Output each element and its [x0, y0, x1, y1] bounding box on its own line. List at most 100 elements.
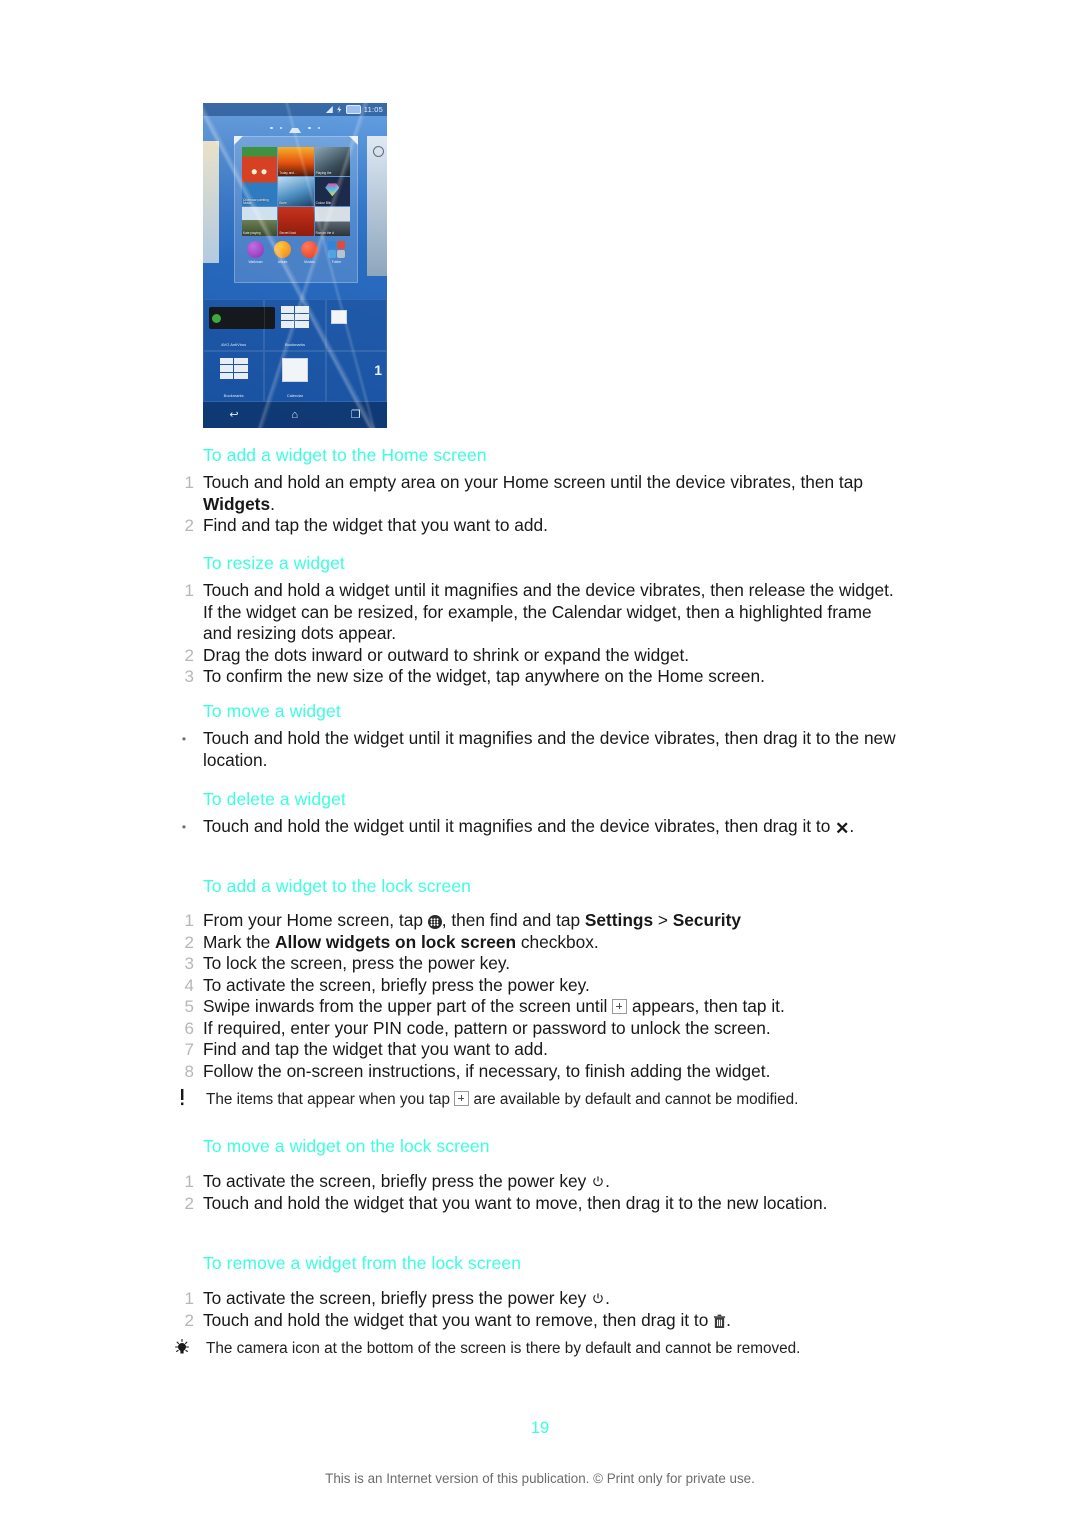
widget-tile[interactable]: Bone: [278, 177, 314, 206]
list-item: 7 Find and tap the widget that you want t…: [185, 1039, 903, 1061]
tile-label: Ran on the d: [315, 231, 334, 236]
widget-tile[interactable]: Today and...: [278, 147, 314, 176]
bookmarks-preview: [219, 357, 248, 380]
system-navigation-bar: ↩ ⌂ ❐: [203, 402, 387, 428]
widget-caption: Bookmarks: [284, 341, 305, 347]
step-number: 1: [184, 1289, 194, 1308]
home-button[interactable]: ⌂: [291, 409, 298, 421]
step-text: If required, enter your PIN code, patter…: [203, 1017, 771, 1038]
widget-grid: Cruel war painting Music Today and... Pl…: [242, 147, 350, 237]
section-heading-move-widget-lock: To move a widget on the lock screen: [203, 1136, 490, 1156]
step-number: 8: [184, 1061, 194, 1081]
step-text: Touch and hold the widget until it magni…: [203, 728, 896, 770]
app-folder[interactable]: Folder: [325, 241, 349, 264]
tile-label: Kate playing: [243, 231, 261, 236]
page-footer: This is an Internet version of this publ…: [325, 1471, 755, 1486]
battery-icon: [345, 105, 361, 114]
steps-add-widget-home: 1 Touch and hold an empty area on your Ho…: [185, 472, 903, 537]
dock-app-row: Walkman Album Movies Folder: [242, 241, 350, 275]
list-item: 1 From your Home screen, tap , then find …: [185, 910, 903, 932]
tile-label: Colour Blin: [315, 201, 332, 206]
tile-label: Cruel war painting Music: [243, 197, 269, 206]
list-item: 3 To lock the screen, press the power key…: [185, 953, 903, 975]
steps-move-widget-lock: 1 To activate the screen, briefly press t…: [185, 1171, 903, 1214]
widget-list-item-partial[interactable]: 1: [325, 350, 387, 402]
folder-item: [328, 250, 336, 258]
phone-screen: 11:05 Cruel war painting Music Today and…: [203, 103, 387, 428]
step-number: 1: [184, 473, 194, 492]
step-text: To activate the screen, briefly press th…: [203, 1288, 610, 1308]
folder-item: [337, 250, 345, 258]
step-text: Touch and hold an empty area on your Hom…: [203, 472, 863, 514]
widget-list-item[interactable]: Calendar: [264, 350, 326, 402]
list-item: • Touch and hold the widget until it magn…: [182, 728, 903, 771]
tile-label: Today and...: [279, 171, 297, 176]
steps-delete-widget: • Touch and hold the widget until it magn…: [182, 816, 903, 840]
widget-list-item[interactable]: Bookmarks: [203, 350, 265, 402]
section-heading-delete-widget: To delete a widget: [203, 789, 346, 809]
power-icon: [591, 1290, 605, 1304]
widget-tile[interactable]: Ran on the d: [314, 207, 350, 236]
widget-tile[interactable]: Secret Noct: [278, 207, 314, 236]
step-text: Touch and hold a widget until it magnifi…: [203, 580, 894, 643]
bluetooth-icon: [337, 106, 342, 113]
signal-icon: [325, 106, 333, 113]
step-text: Drag the dots inward or outward to shrin…: [203, 644, 690, 665]
app-label: Folder: [331, 260, 342, 264]
widget-list-item[interactable]: Bookmarks: [264, 299, 326, 351]
widget-row: Bookmarks Calendar 1: [203, 350, 387, 402]
bookmark-thumb: [280, 306, 295, 313]
note-camera-icon: The camera icon at the bottom of the scr…: [170, 1338, 910, 1359]
back-button[interactable]: ↩: [229, 409, 238, 421]
page-number: 19: [530, 1419, 550, 1437]
step-number: 1: [184, 1172, 194, 1191]
widget-tile[interactable]: Cruel war painting Music: [242, 147, 278, 206]
step-text: From your Home screen, tap , then find a…: [203, 910, 741, 930]
list-item: 2 Find and tap the widget that you want t…: [185, 515, 903, 537]
list-item: 1 To activate the screen, briefly press t…: [185, 1171, 903, 1193]
list-item: 8 Follow the on-screen instructions, if n…: [185, 1060, 903, 1083]
tile-label: Playing the: [315, 171, 332, 176]
app-label: Album: [277, 260, 288, 264]
note-default-items: The items that appear when you tap are a…: [170, 1089, 910, 1113]
app-icon-walkman[interactable]: Walkman: [244, 241, 268, 264]
widget-tile[interactable]: Colour Blin: [314, 177, 350, 206]
power-icon: [591, 1173, 605, 1187]
widget-tile[interactable]: Playing the: [314, 147, 350, 176]
walkman-icon: [247, 241, 264, 258]
list-item: • Touch and hold the widget until it magn…: [182, 816, 903, 840]
exclamation-icon: [170, 1089, 194, 1113]
widget-list-item[interactable]: AVG AntiVirus: [203, 299, 275, 351]
widget-list-item-partial[interactable]: [325, 299, 387, 351]
app-label: Movies: [304, 260, 315, 264]
widget-tile[interactable]: Kate playing: [242, 207, 278, 236]
partial-preview: [330, 310, 347, 324]
folder-icon: [328, 241, 345, 258]
list-item: 5 Swipe inwards from the upper part of th…: [185, 996, 903, 1018]
recents-button[interactable]: ❐: [351, 409, 361, 421]
home-page-preview[interactable]: Cruel war painting Music Today and... Pl…: [234, 136, 358, 283]
section-heading-resize-widget: To resize a widget: [203, 553, 345, 573]
steps-add-widget-lock: 1 From your Home screen, tap , then find …: [185, 910, 903, 1083]
widget-caption: Bookmarks: [223, 393, 244, 398]
app-icon-movies[interactable]: Movies: [298, 241, 322, 264]
steps-resize-widget: 1 Touch and hold a widget until it magnif…: [185, 580, 903, 688]
step-text: To activate the screen, briefly press th…: [203, 1171, 610, 1191]
plus-icon: [612, 999, 628, 1014]
status-clock: 11:05: [363, 105, 383, 114]
section-heading-add-widget-lock: To add a widget to the lock screen: [203, 876, 472, 896]
app-icon-album[interactable]: Album: [271, 241, 295, 264]
step-text: Follow the on-screen instructions, if ne…: [203, 1060, 771, 1081]
tile-label: Bone: [279, 201, 287, 206]
steps-remove-widget-lock: 1 To activate the screen, briefly press t…: [185, 1288, 903, 1331]
step-number: 3: [184, 667, 194, 686]
list-item: 2 Mark the Allow widgets on lock screen c…: [185, 932, 903, 954]
section-heading-move-widget: To move a widget: [203, 701, 341, 721]
bookmark-thumb: [280, 313, 295, 321]
trash-icon: [713, 1313, 726, 1328]
adjacent-page-left: [203, 141, 219, 263]
album-icon: [274, 241, 291, 258]
list-item: 1 To activate the screen, briefly press t…: [185, 1288, 903, 1310]
widget-caption: AVG AntiVirus: [221, 341, 247, 347]
list-item: 6 If required, enter your PIN code, patte…: [185, 1017, 903, 1040]
